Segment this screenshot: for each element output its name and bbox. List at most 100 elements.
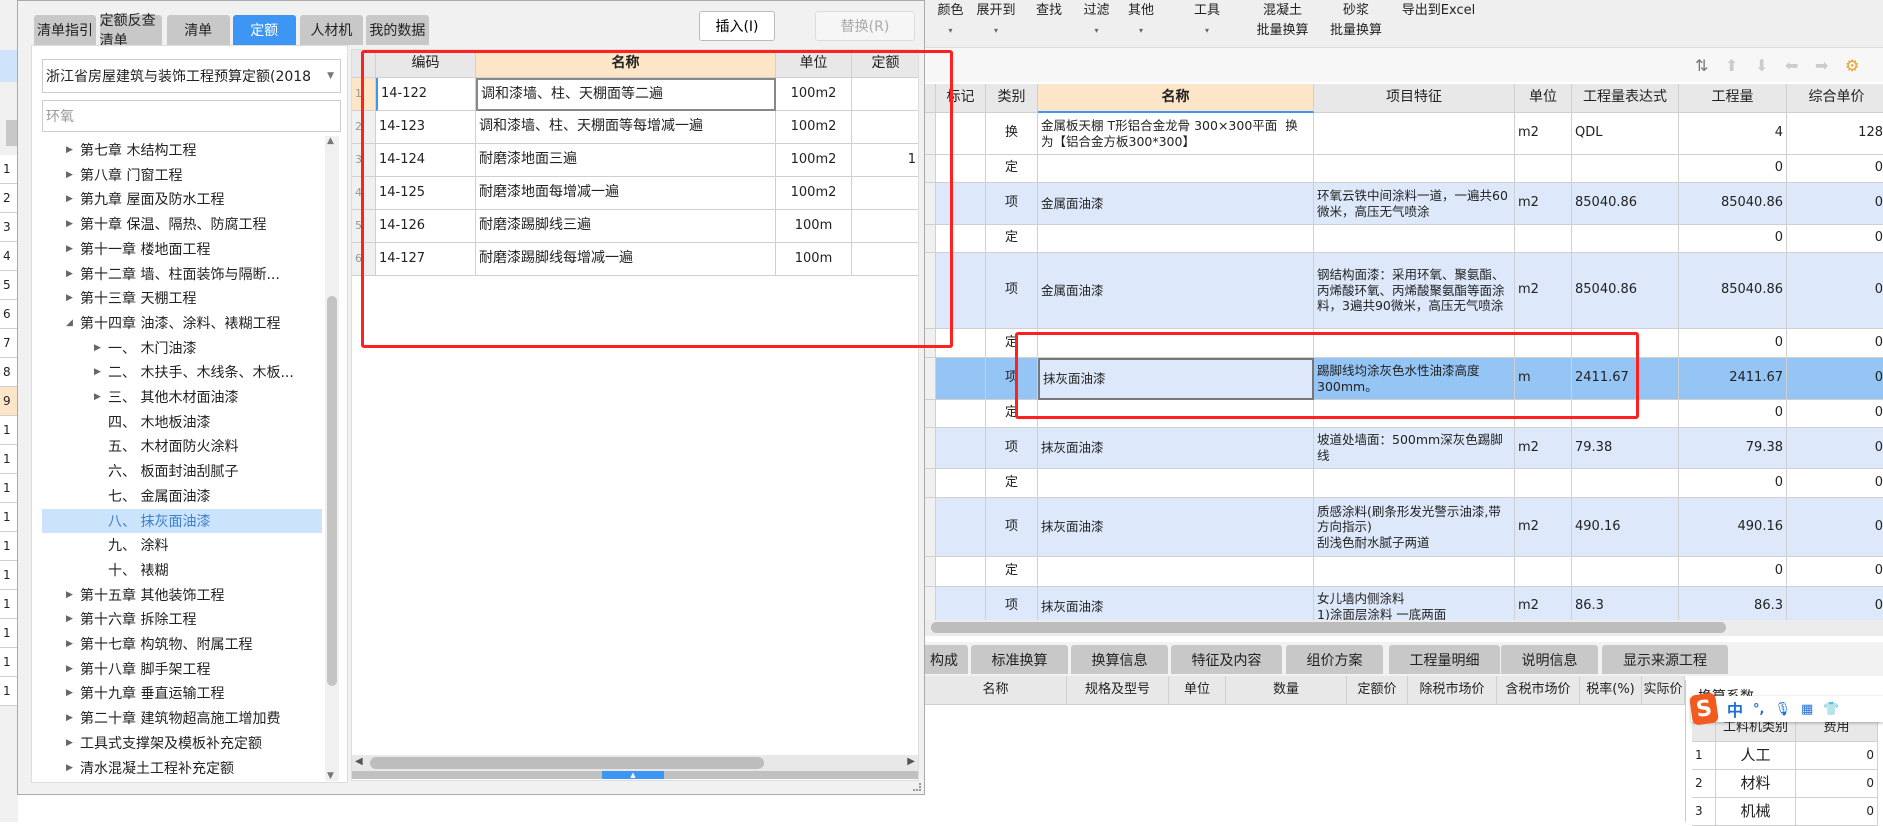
- main-grid-row[interactable]: 定 00: [925, 557, 1883, 587]
- main-grid-cell-qty[interactable]: 2411.67: [1679, 358, 1787, 400]
- resize-grip-icon[interactable]: [913, 783, 921, 791]
- main-grid-cell-expr[interactable]: [1572, 329, 1679, 358]
- main-grid-cell-name[interactable]: 抹灰面油漆: [1038, 428, 1314, 469]
- sort-icon[interactable]: ⇅: [1695, 56, 1708, 75]
- main-grid-cell-mark[interactable]: [925, 557, 936, 587]
- expand-arrow-icon[interactable]: ▶: [66, 219, 80, 229]
- main-grid-cell-price[interactable]: 0: [1787, 155, 1883, 183]
- main-grid-row[interactable]: 定 00: [925, 225, 1883, 253]
- main-grid-cell-name[interactable]: [1038, 400, 1314, 428]
- arrow-left-icon[interactable]: ⬅: [1785, 56, 1798, 75]
- main-grid-header-0[interactable]: [925, 84, 936, 113]
- quota-cell[interactable]: [852, 111, 918, 144]
- main-grid-cell-mark[interactable]: [936, 469, 986, 498]
- main-grid-header-3[interactable]: 名称: [1038, 84, 1314, 113]
- main-grid-header-5[interactable]: 单位: [1515, 84, 1572, 113]
- main-grid-cell-price[interactable]: 0: [1787, 498, 1883, 557]
- quota-cell[interactable]: 耐磨漆地面每增减一遍: [476, 177, 776, 210]
- main-grid-cell-name[interactable]: [1038, 557, 1314, 587]
- main-grid-header-7[interactable]: 工程量: [1679, 84, 1787, 113]
- tree-item[interactable]: ▶ 第十章 保温、隔热、防腐工程: [42, 212, 322, 236]
- main-grid-cell-expr[interactable]: [1572, 155, 1679, 183]
- expand-arrow-icon[interactable]: ▶: [94, 392, 108, 402]
- tree-item[interactable]: ▶ 第十三章 天棚工程: [42, 286, 322, 310]
- ime-punctuation[interactable]: °,: [1753, 702, 1764, 717]
- tree-item[interactable]: 十、 裱糊: [42, 558, 322, 582]
- expand-arrow-icon[interactable]: ▶: [66, 269, 80, 279]
- arrow-right-icon[interactable]: ➡: [1815, 56, 1828, 75]
- tree-item[interactable]: 四、 木地板油漆: [42, 410, 322, 434]
- toolbar-button-7[interactable]: 砂浆 批量换算: [1325, 3, 1387, 39]
- expand-arrow-icon[interactable]: ▶: [66, 170, 80, 180]
- scroll-thumb[interactable]: [370, 757, 764, 769]
- toolbar-button-1[interactable]: 展开到 ▾: [974, 3, 1018, 39]
- main-grid-cell-unit[interactable]: m2: [1515, 428, 1572, 469]
- collapse-arrow-icon[interactable]: ▲: [602, 771, 664, 779]
- quota-cell[interactable]: 100m2: [776, 78, 852, 111]
- main-grid-hscrollbar[interactable]: [925, 620, 1883, 636]
- expand-arrow-icon[interactable]: ▶: [66, 688, 80, 698]
- main-grid-cell-feature[interactable]: 踢脚线均涂灰色水性油漆高度300mm。: [1314, 358, 1515, 400]
- tree-item[interactable]: ▶ 第十六章 拆除工程: [42, 607, 322, 631]
- main-grid-cell-expr[interactable]: [1572, 225, 1679, 253]
- bottom-tab-5[interactable]: 工程量明细: [1389, 645, 1500, 674]
- main-grid-cell-qty[interactable]: 0: [1679, 400, 1787, 428]
- quota-cell[interactable]: 14-127: [376, 243, 476, 276]
- replace-button[interactable]: 替换(R): [815, 11, 915, 41]
- toolbar-button-6[interactable]: 混凝土 批量换算: [1252, 3, 1313, 39]
- bottom-tab-6[interactable]: 说明信息: [1501, 645, 1598, 674]
- main-grid-cell-feature[interactable]: [1314, 557, 1515, 587]
- main-grid-cell-feature[interactable]: 女儿墙内侧涂料 1)涂面层涂料 一底两面: [1314, 587, 1515, 620]
- main-grid-cell-price[interactable]: 0: [1787, 469, 1883, 498]
- expand-arrow-icon[interactable]: ▶: [66, 763, 80, 773]
- main-grid-cell-unit[interactable]: [1515, 329, 1572, 358]
- main-grid-cell-feature[interactable]: [1314, 225, 1515, 253]
- main-grid-cell-expr[interactable]: [1572, 469, 1679, 498]
- main-grid-cell-feature[interactable]: [1314, 113, 1515, 155]
- quota-grid-row[interactable]: 3 14-124 耐磨漆地面三遍 100m2 1: [352, 144, 918, 177]
- main-grid-cell-mark[interactable]: [925, 428, 936, 469]
- main-grid-cell-mark[interactable]: [936, 155, 986, 183]
- main-grid-cell-unit[interactable]: m2: [1515, 498, 1572, 557]
- tree-item[interactable]: ▶ 第十九章 垂直运输工程: [42, 681, 322, 705]
- bottom-grid-header-6[interactable]: 含税市场价: [1497, 676, 1580, 705]
- scroll-thumb[interactable]: [327, 296, 337, 686]
- quota-grid-header-1[interactable]: 编码: [376, 50, 476, 78]
- main-grid-header-2[interactable]: 类别: [986, 84, 1038, 113]
- main-grid-cell-mark[interactable]: [925, 225, 936, 253]
- bottom-grid-header-5[interactable]: 除税市场价: [1408, 676, 1497, 705]
- scroll-left-icon[interactable]: ◀: [355, 756, 363, 767]
- quota-cell[interactable]: 1: [852, 144, 918, 177]
- main-grid-header-6[interactable]: 工程量表达式: [1572, 84, 1679, 113]
- main-grid-cell-mark[interactable]: [925, 113, 936, 155]
- quota-cell[interactable]: 100m2: [776, 111, 852, 144]
- main-grid-cell-mark[interactable]: [936, 498, 986, 557]
- main-grid-row[interactable]: 定 00: [925, 400, 1883, 428]
- main-grid-cell-name[interactable]: 金属面油漆: [1038, 253, 1314, 329]
- tree-item[interactable]: ▶ 第十五章 其他装饰工程: [42, 583, 322, 607]
- expand-arrow-icon[interactable]: ▶: [66, 293, 80, 303]
- main-grid-cell-feature[interactable]: [1314, 400, 1515, 428]
- bottom-grid-header-2[interactable]: 单位: [1169, 676, 1226, 705]
- main-grid-cell-feature[interactable]: [1314, 329, 1515, 358]
- main-grid-row[interactable]: 项抹灰面油漆 坡道处墙面：500mm深灰色踢脚线 m2 79.38 79.38 0: [925, 428, 1883, 469]
- main-grid-cell-unit[interactable]: m2: [1515, 183, 1572, 225]
- tab-3[interactable]: 定额: [232, 15, 296, 45]
- main-grid-cell-expr[interactable]: 490.16: [1572, 498, 1679, 557]
- quota-grid-header-3[interactable]: 单位: [776, 50, 852, 78]
- main-grid-cell-mark[interactable]: [936, 113, 986, 155]
- insert-button[interactable]: 插入(I): [699, 11, 775, 41]
- mic-icon[interactable]: 🎙: [1774, 702, 1791, 717]
- main-grid-cell-price[interactable]: 0: [1787, 428, 1883, 469]
- tree-item[interactable]: ▶ 一、 木门油漆: [42, 336, 322, 360]
- main-grid-cell-mark[interactable]: [925, 155, 936, 183]
- main-grid-cell-mark[interactable]: [925, 498, 936, 557]
- main-grid-cell-price[interactable]: 0: [1787, 400, 1883, 428]
- tree-item[interactable]: 九、 涂料: [42, 533, 322, 557]
- coef-cell[interactable]: 材料: [1716, 770, 1796, 798]
- coef-cell[interactable]: 0: [1796, 770, 1878, 798]
- main-grid-cell-expr[interactable]: 86.3: [1572, 587, 1679, 620]
- main-grid-cell-expr[interactable]: 85040.86: [1572, 183, 1679, 225]
- tree-item[interactable]: ◢ 第十四章 油漆、涂料、裱糊工程: [42, 311, 322, 335]
- bottom-tab-1[interactable]: 标准换算: [971, 645, 1068, 674]
